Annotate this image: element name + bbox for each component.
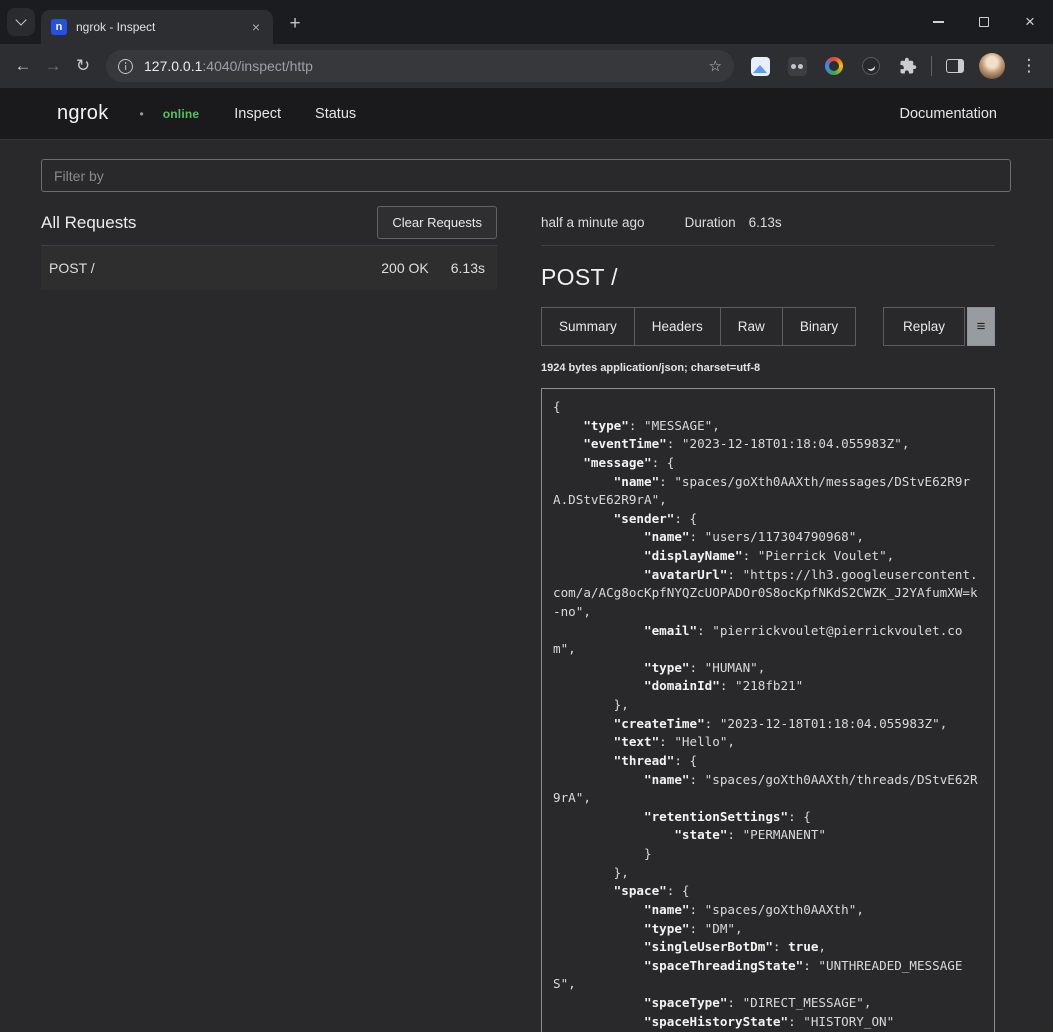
color-ring-extension-icon: [825, 57, 843, 75]
tab-binary[interactable]: Binary: [782, 307, 856, 346]
browser-tab[interactable]: n ngrok - Inspect ×: [41, 10, 273, 44]
hamburger-icon: ≡: [977, 318, 986, 335]
extensions-menu-button[interactable]: [894, 52, 922, 80]
window-controls: ×: [915, 0, 1053, 44]
binoculars-extension-icon: [788, 57, 807, 76]
site-info-icon[interactable]: [118, 59, 133, 74]
request-row[interactable]: POST / 200 OK 6.13s: [41, 246, 497, 290]
requests-panel-header: All Requests Clear Requests: [41, 200, 497, 246]
photo-extension-icon: [751, 57, 770, 76]
request-body-json: { "type": "MESSAGE", "eventTime": "2023-…: [553, 398, 983, 1032]
status-dot-icon: •: [140, 107, 144, 121]
side-panel-icon: [946, 59, 964, 73]
columns: All Requests Clear Requests POST / 200 O…: [41, 200, 1011, 1032]
nav-status[interactable]: Status: [315, 106, 356, 122]
maximize-icon: [979, 17, 989, 27]
browser-toolbar: ← → ↻ 127.0.0.1:4040/inspect/http ☆ ⋮: [0, 44, 1053, 88]
new-tab-button[interactable]: +: [281, 10, 309, 38]
profile-avatar: [979, 53, 1005, 79]
request-status: 200 OK: [381, 260, 428, 276]
clear-requests-button[interactable]: Clear Requests: [377, 206, 497, 239]
tab-headers[interactable]: Headers: [634, 307, 721, 346]
replay-menu-button[interactable]: ≡: [967, 307, 995, 346]
detail-header: half a minute ago Duration 6.13s: [541, 200, 995, 246]
browser-tab-strip: n ngrok - Inspect × + ×: [0, 0, 1053, 44]
favicon-letter: n: [56, 21, 63, 33]
profile-button[interactable]: [978, 52, 1006, 80]
forward-button[interactable]: →: [38, 51, 68, 81]
side-panel-button[interactable]: [941, 52, 969, 80]
url-text: 127.0.0.1:4040/inspect/http: [144, 58, 701, 74]
toolbar-divider: [931, 56, 932, 76]
duration-label: Duration: [685, 215, 736, 230]
replay-button[interactable]: Replay: [883, 307, 965, 346]
extension-icon-3[interactable]: [820, 52, 848, 80]
minimize-icon: [933, 21, 944, 23]
request-title: POST /: [541, 264, 995, 291]
screen: { "icons": { "close": "×", "plus": "+", …: [0, 0, 1053, 1032]
extension-icon-1[interactable]: [746, 52, 774, 80]
filter-input[interactable]: [41, 159, 1011, 192]
ngrok-favicon-icon: n: [51, 19, 67, 35]
nav-inspect[interactable]: Inspect: [234, 106, 281, 122]
extension-icon-4[interactable]: [857, 52, 885, 80]
window-maximize-button[interactable]: [961, 0, 1007, 44]
request-duration: 6.13s: [451, 260, 485, 276]
replay-group: Replay ≡: [883, 307, 995, 346]
dark-circle-extension-icon: [862, 57, 880, 75]
browser-menu-button[interactable]: ⋮: [1015, 52, 1043, 80]
tab-summary[interactable]: Summary: [541, 307, 635, 346]
extension-icon-2[interactable]: [783, 52, 811, 80]
request-detail-panel: half a minute ago Duration 6.13s POST / …: [541, 200, 1011, 1032]
requests-panel: All Requests Clear Requests POST / 200 O…: [41, 200, 497, 1032]
nav-documentation[interactable]: Documentation: [899, 106, 997, 122]
reload-button[interactable]: ↻: [68, 51, 98, 81]
address-bar[interactable]: 127.0.0.1:4040/inspect/http ☆: [106, 50, 734, 82]
chevron-down-icon: [15, 14, 26, 25]
window-close-button[interactable]: ×: [1007, 0, 1053, 44]
back-button[interactable]: ←: [8, 51, 38, 81]
online-status-badge: online: [163, 107, 200, 121]
ngrok-header: ngrok • online Inspect Status Documentat…: [0, 88, 1053, 140]
url-path: :4040/inspect/http: [202, 58, 313, 74]
tab-title: ngrok - Inspect: [76, 20, 247, 34]
detail-tabs: Summary Headers Raw Binary Replay ≡: [541, 307, 995, 346]
url-host: 127.0.0.1: [144, 58, 202, 74]
duration-value: 6.13s: [749, 215, 782, 230]
request-method-path: POST /: [49, 260, 381, 276]
ngrok-logo[interactable]: ngrok: [57, 102, 109, 125]
all-requests-title: All Requests: [41, 213, 136, 233]
content-meta: 1924 bytes application/json; charset=utf…: [541, 362, 995, 374]
request-time-ago: half a minute ago: [541, 215, 645, 230]
bookmark-star-icon[interactable]: ☆: [709, 57, 722, 75]
tab-search-button[interactable]: [7, 8, 35, 36]
puzzle-icon: [899, 57, 917, 75]
window-minimize-button[interactable]: [915, 0, 961, 44]
toolbar-extensions: ⋮: [746, 52, 1043, 80]
tab-raw[interactable]: Raw: [720, 307, 783, 346]
main-content: All Requests Clear Requests POST / 200 O…: [0, 140, 1053, 1032]
request-body-panel: { "type": "MESSAGE", "eventTime": "2023-…: [541, 388, 995, 1032]
tab-close-icon[interactable]: ×: [247, 18, 265, 36]
